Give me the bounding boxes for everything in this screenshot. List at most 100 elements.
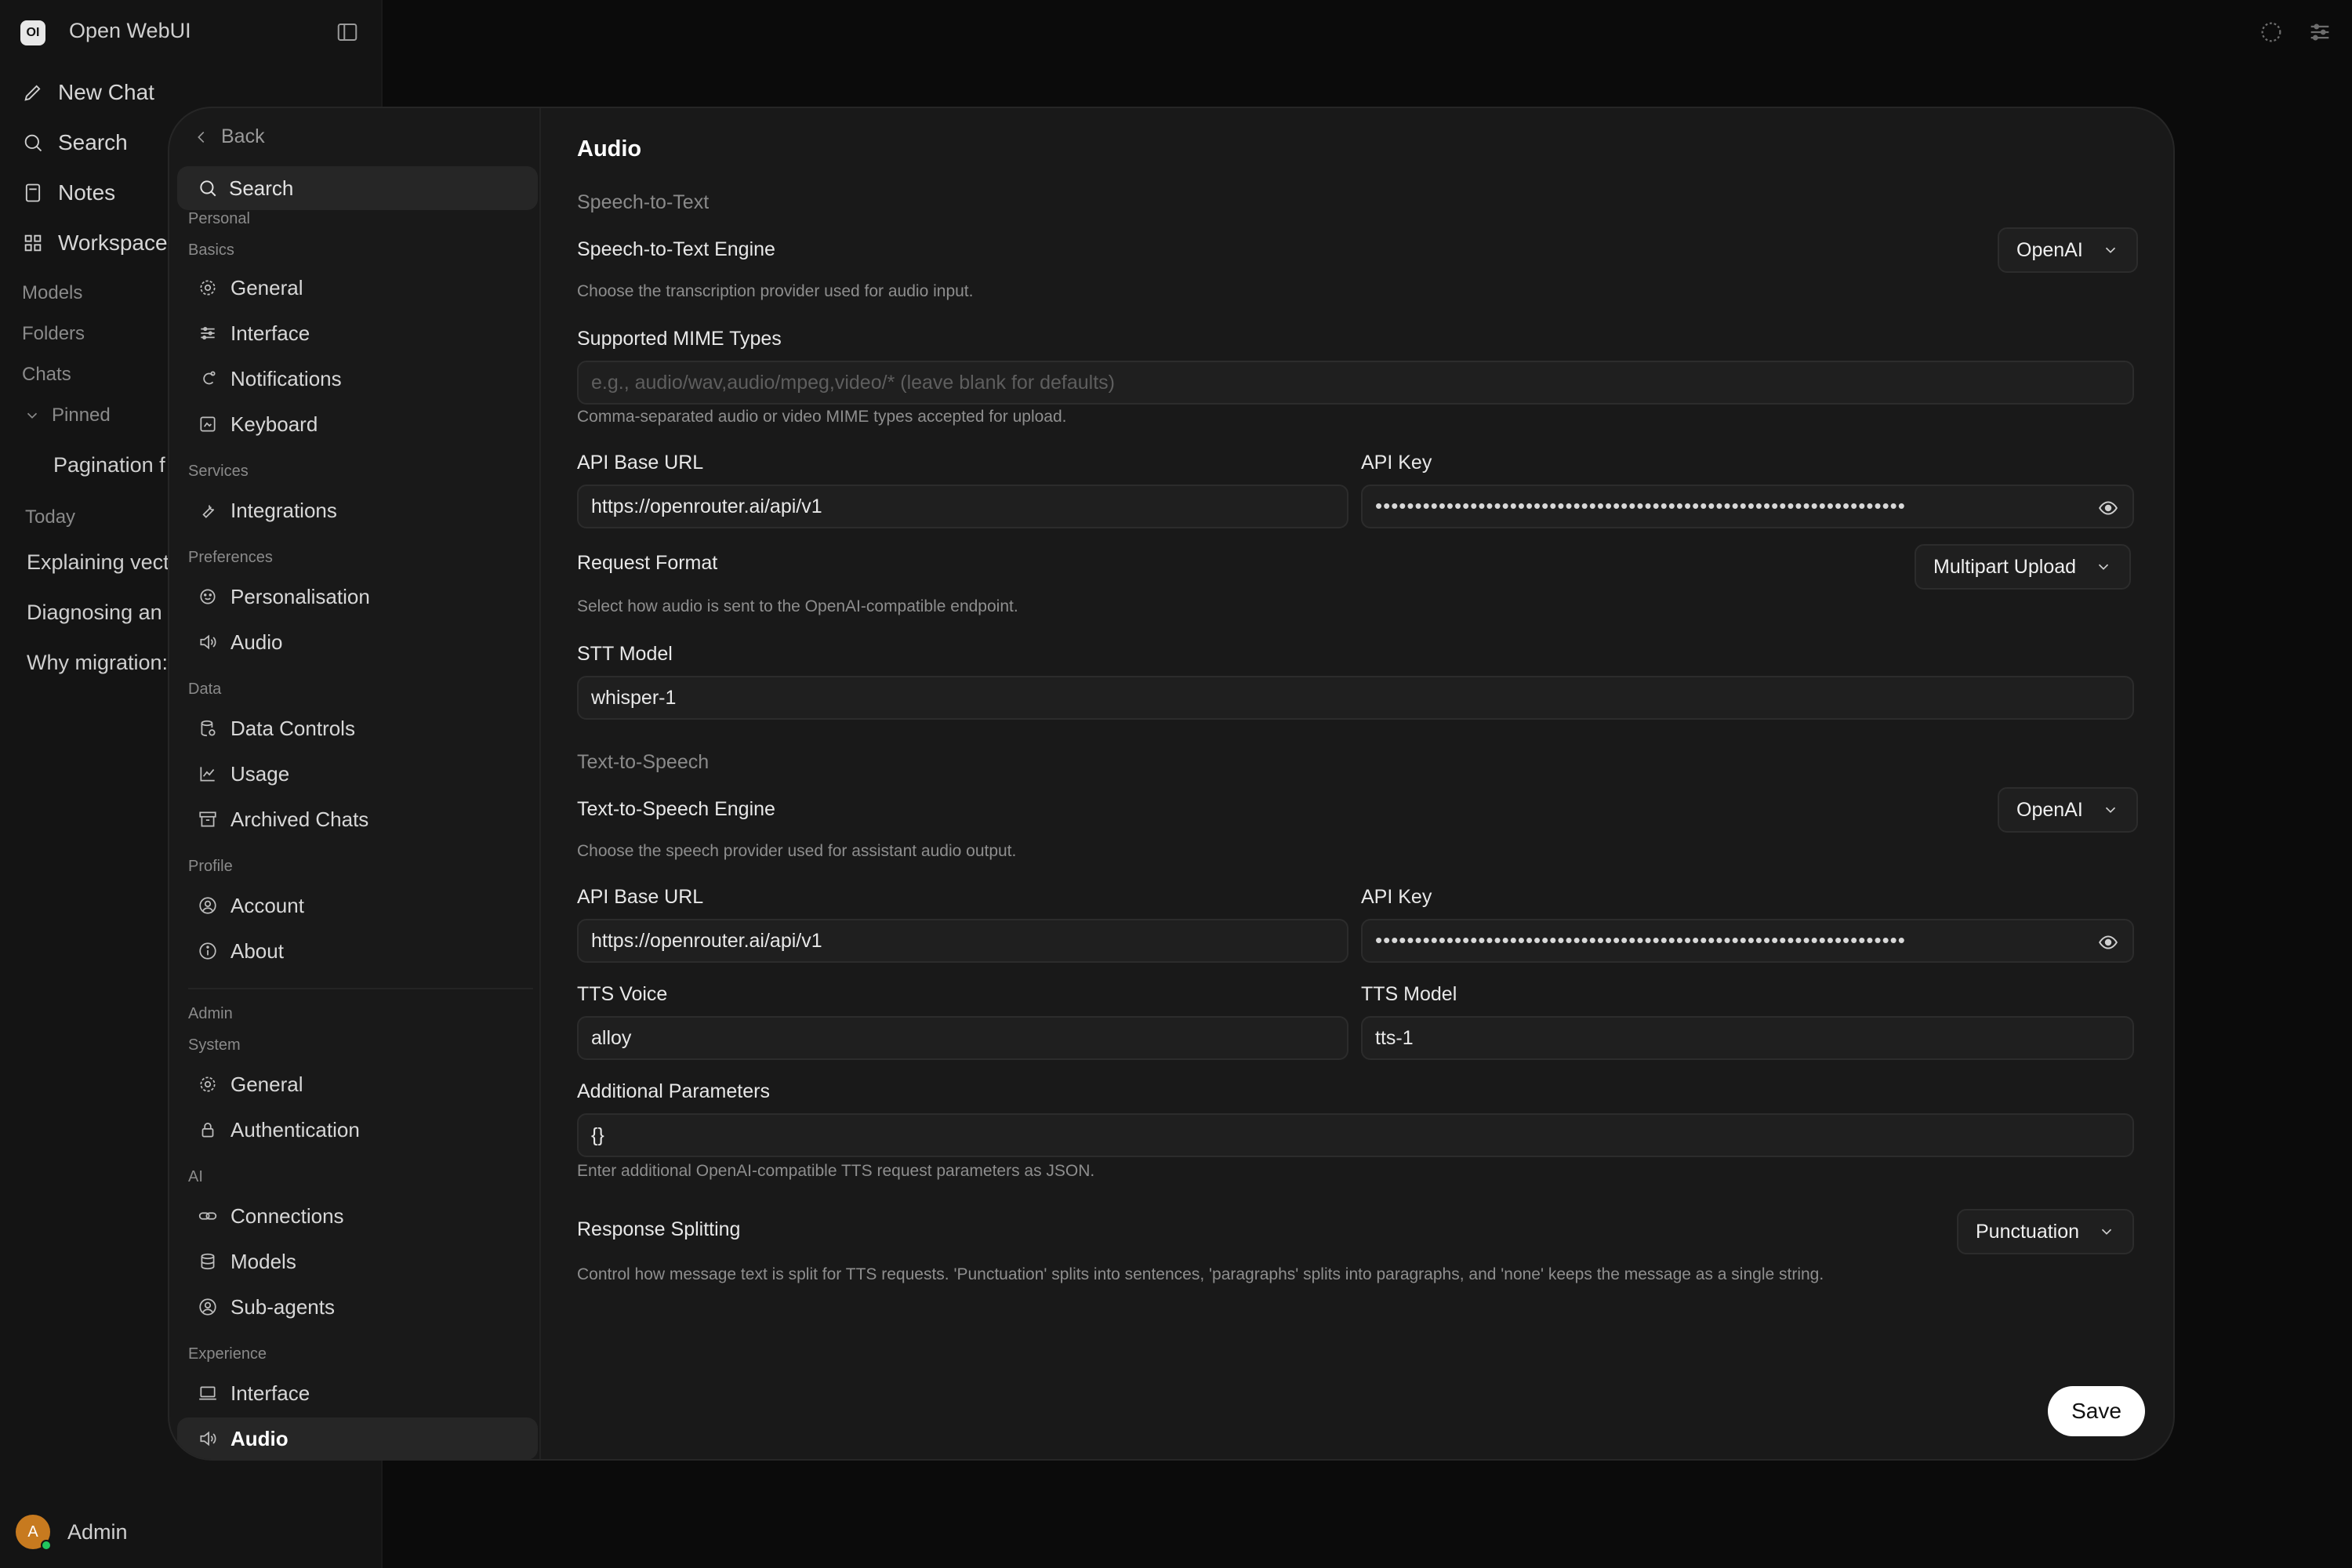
back-button[interactable]: Back [193,125,265,148]
settings-search-input[interactable]: Search [177,166,538,210]
chat-item[interactable]: Explaining vect [27,550,183,575]
nav-item-general[interactable]: General [177,267,538,309]
nav-item-admin-general[interactable]: General [177,1063,538,1105]
stt-model-label: STT Model [577,643,673,665]
stt-heading: Speech-to-Text [577,191,710,213]
nav-item-connections[interactable]: Connections [177,1195,538,1237]
mime-types-input[interactable]: e.g., audio/wav,audio/mpeg,video/* (leav… [577,361,2134,405]
chevron-down-icon [2102,801,2119,818]
pinned-toggle[interactable]: Pinned [24,405,111,426]
nav-item-label: Connections [230,1203,344,1228]
chevron-down-icon [2098,1223,2115,1240]
nav-item-experience-audio[interactable]: Audio [177,1417,538,1459]
nav-item-label: Account [230,893,304,917]
search-nav-button[interactable]: Search [22,127,128,158]
stt-engine-help: Choose the transcription provider used f… [577,282,974,300]
tts-api-key-input[interactable]: ••••••••••••••••••••••••••••••••••••••••… [1361,919,2134,963]
tts-api-key-mask: ••••••••••••••••••••••••••••••••••••••••… [1375,928,1906,952]
tts-model-input[interactable]: tts-1 [1361,1016,2134,1060]
nav-item-label: Personalisation [230,584,370,608]
nav-item-integrations[interactable]: Integrations [177,489,538,532]
stt-engine-select[interactable]: OpenAI [1998,227,2138,273]
notes-nav-button[interactable]: Notes [22,177,115,209]
today-section: Today [25,506,76,528]
nav-item-notifications[interactable]: Notifications [177,358,538,400]
chat-item[interactable]: Diagnosing an [27,601,183,625]
nav-item-label: About [230,938,284,963]
nav-item-label: Audio [230,630,283,654]
stt-api-key-input[interactable]: ••••••••••••••••••••••••••••••••••••••••… [1361,485,2134,528]
eye-icon[interactable] [2098,498,2118,518]
user-circle-icon [198,895,218,916]
group-experience: Experience [188,1345,267,1363]
chevron-left-icon [193,129,210,146]
tts-engine-select[interactable]: OpenAI [1998,787,2138,833]
stt-api-key-label: API Key [1361,452,1432,474]
wrench-icon [198,500,218,521]
chevron-down-icon [2102,241,2119,259]
sidebar-toggle-icon[interactable] [336,20,359,44]
nav-item-models[interactable]: Models [177,1240,538,1283]
nav-item-sub-agents[interactable]: Sub-agents [177,1286,538,1328]
nav-item-label: Authentication [230,1117,360,1142]
settings-search-label: Search [229,176,294,200]
nav-item-personalisation[interactable]: Personalisation [177,575,538,618]
stt-base-url-input[interactable]: https://openrouter.ai/api/v1 [577,485,1348,528]
response-splitting-select[interactable]: Punctuation [1957,1209,2135,1254]
workspace-nav-button[interactable]: Workspace [22,227,168,259]
save-button[interactable]: Save [2048,1386,2145,1436]
nav-item-usage[interactable]: Usage [177,753,538,795]
line-chart-icon [198,764,218,784]
request-format-select[interactable]: Multipart Upload [1915,544,2132,590]
search-icon [198,178,218,198]
gear-icon [198,1074,218,1094]
nav-item-keyboard[interactable]: Keyboard [177,403,538,445]
tts-base-url-input[interactable]: https://openrouter.ai/api/v1 [577,919,1348,963]
folders-section[interactable]: Folders [22,323,85,345]
chevron-down-icon [24,407,41,424]
stt-model-input[interactable]: whisper-1 [577,676,2134,720]
sliders-icon [198,323,218,343]
grid-icon [22,232,44,254]
new-chat-button[interactable]: New Chat [22,77,154,108]
page-title: Audio [577,136,642,162]
group-services: Services [188,463,249,480]
nav-item-authentication[interactable]: Authentication [177,1109,538,1151]
chevron-down-icon [2095,558,2112,575]
nav-item-audio[interactable]: Audio [177,621,538,663]
tts-engine-value: OpenAI [2016,798,2083,821]
response-splitting-value: Punctuation [1976,1220,2080,1243]
gear-icon [198,278,218,298]
workspace-nav-label: Workspace [58,230,168,255]
nav-item-archived-chats[interactable]: Archived Chats [177,798,538,840]
chats-section[interactable]: Chats [22,364,71,386]
nav-item-label: Notifications [230,366,342,390]
app-logo: OI [20,20,45,45]
back-label: Back [221,125,265,147]
nav-item-experience-interface[interactable]: Interface [177,1372,538,1414]
nav-item-about[interactable]: About [177,930,538,972]
app-title: Open WebUI [69,19,191,42]
models-section[interactable]: Models [22,282,82,304]
user-menu[interactable]: A Admin [16,1515,128,1551]
settings-modal: Back Search Personal Basics General Inte… [168,107,2175,1461]
pinned-label: Pinned [52,405,111,426]
tts-voice-input[interactable]: alloy [577,1016,1348,1060]
chat-item[interactable]: Why migration: [27,651,183,675]
stt-engine-label: Speech-to-Text Engine [577,238,775,260]
nav-item-label: Interface [230,321,310,345]
tts-voice-label: TTS Voice [577,983,668,1005]
nav-item-data-controls[interactable]: Data Controls [177,707,538,750]
group-ai: AI [188,1168,203,1185]
group-basics: Basics [188,241,234,259]
request-format-label: Request Format [577,552,718,574]
avatar: A [16,1515,52,1551]
eye-icon[interactable] [2098,932,2118,953]
nav-item-account[interactable]: Account [177,884,538,927]
controls-icon[interactable] [2307,19,2333,45]
search-nav-label: Search [58,130,128,154]
laptop-icon [198,1383,218,1403]
nav-item-interface[interactable]: Interface [177,312,538,354]
tts-engine-label: Text-to-Speech Engine [577,798,775,820]
additional-params-input[interactable]: {} [577,1113,2134,1157]
